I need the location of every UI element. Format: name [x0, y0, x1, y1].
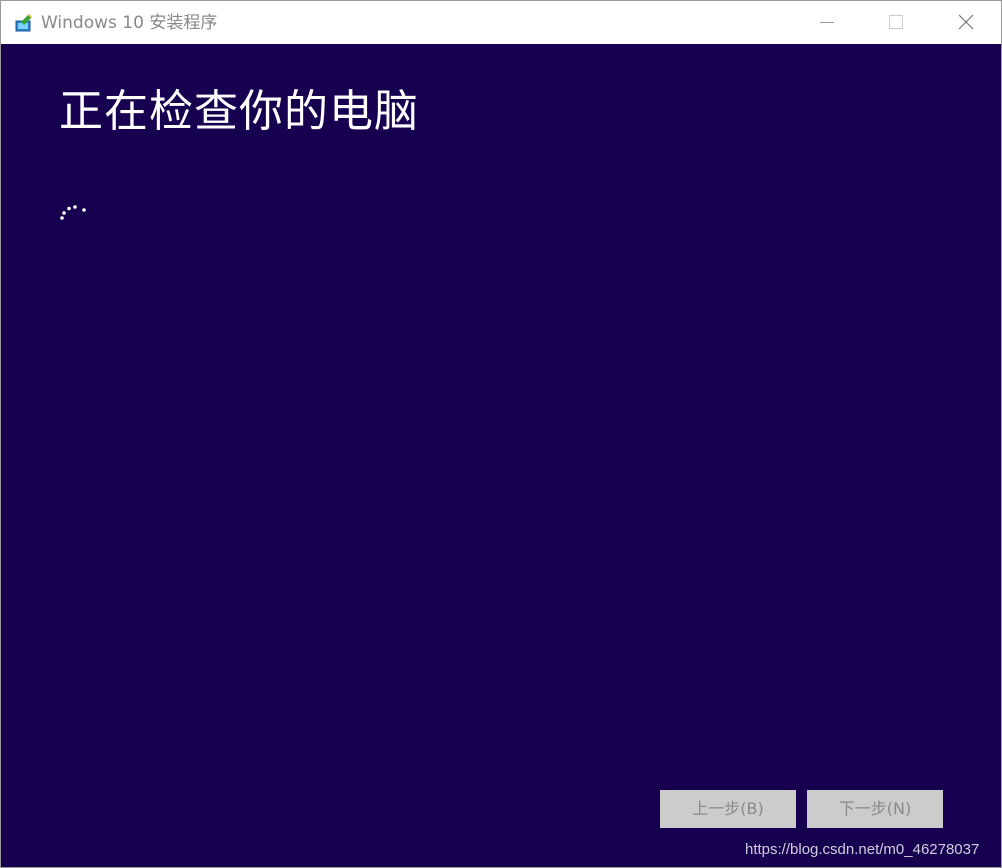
window-title: Windows 10 安装程序: [41, 13, 218, 33]
watermark-text: https://blog.csdn.net/m0_46278037: [745, 841, 980, 858]
back-button[interactable]: 上一步(B): [660, 790, 796, 828]
windows-setup-icon: [15, 14, 33, 32]
loading-spinner-icon: [57, 198, 91, 222]
page-title: 正在检查你的电脑: [59, 86, 419, 137]
setup-content-pane: 正在检查你的电脑 上一步(B) 下一步(N) https://blog.csdn…: [1, 44, 1001, 867]
title-bar[interactable]: Windows 10 安装程序: [1, 1, 1001, 44]
minimize-button[interactable]: [804, 1, 850, 44]
next-button[interactable]: 下一步(N): [807, 790, 943, 828]
close-button[interactable]: [943, 1, 989, 44]
maximize-button[interactable]: [873, 1, 919, 44]
setup-window: Windows 10 安装程序 正在检查你的电脑 上一步(B) 下一步(N) h…: [0, 0, 1002, 868]
